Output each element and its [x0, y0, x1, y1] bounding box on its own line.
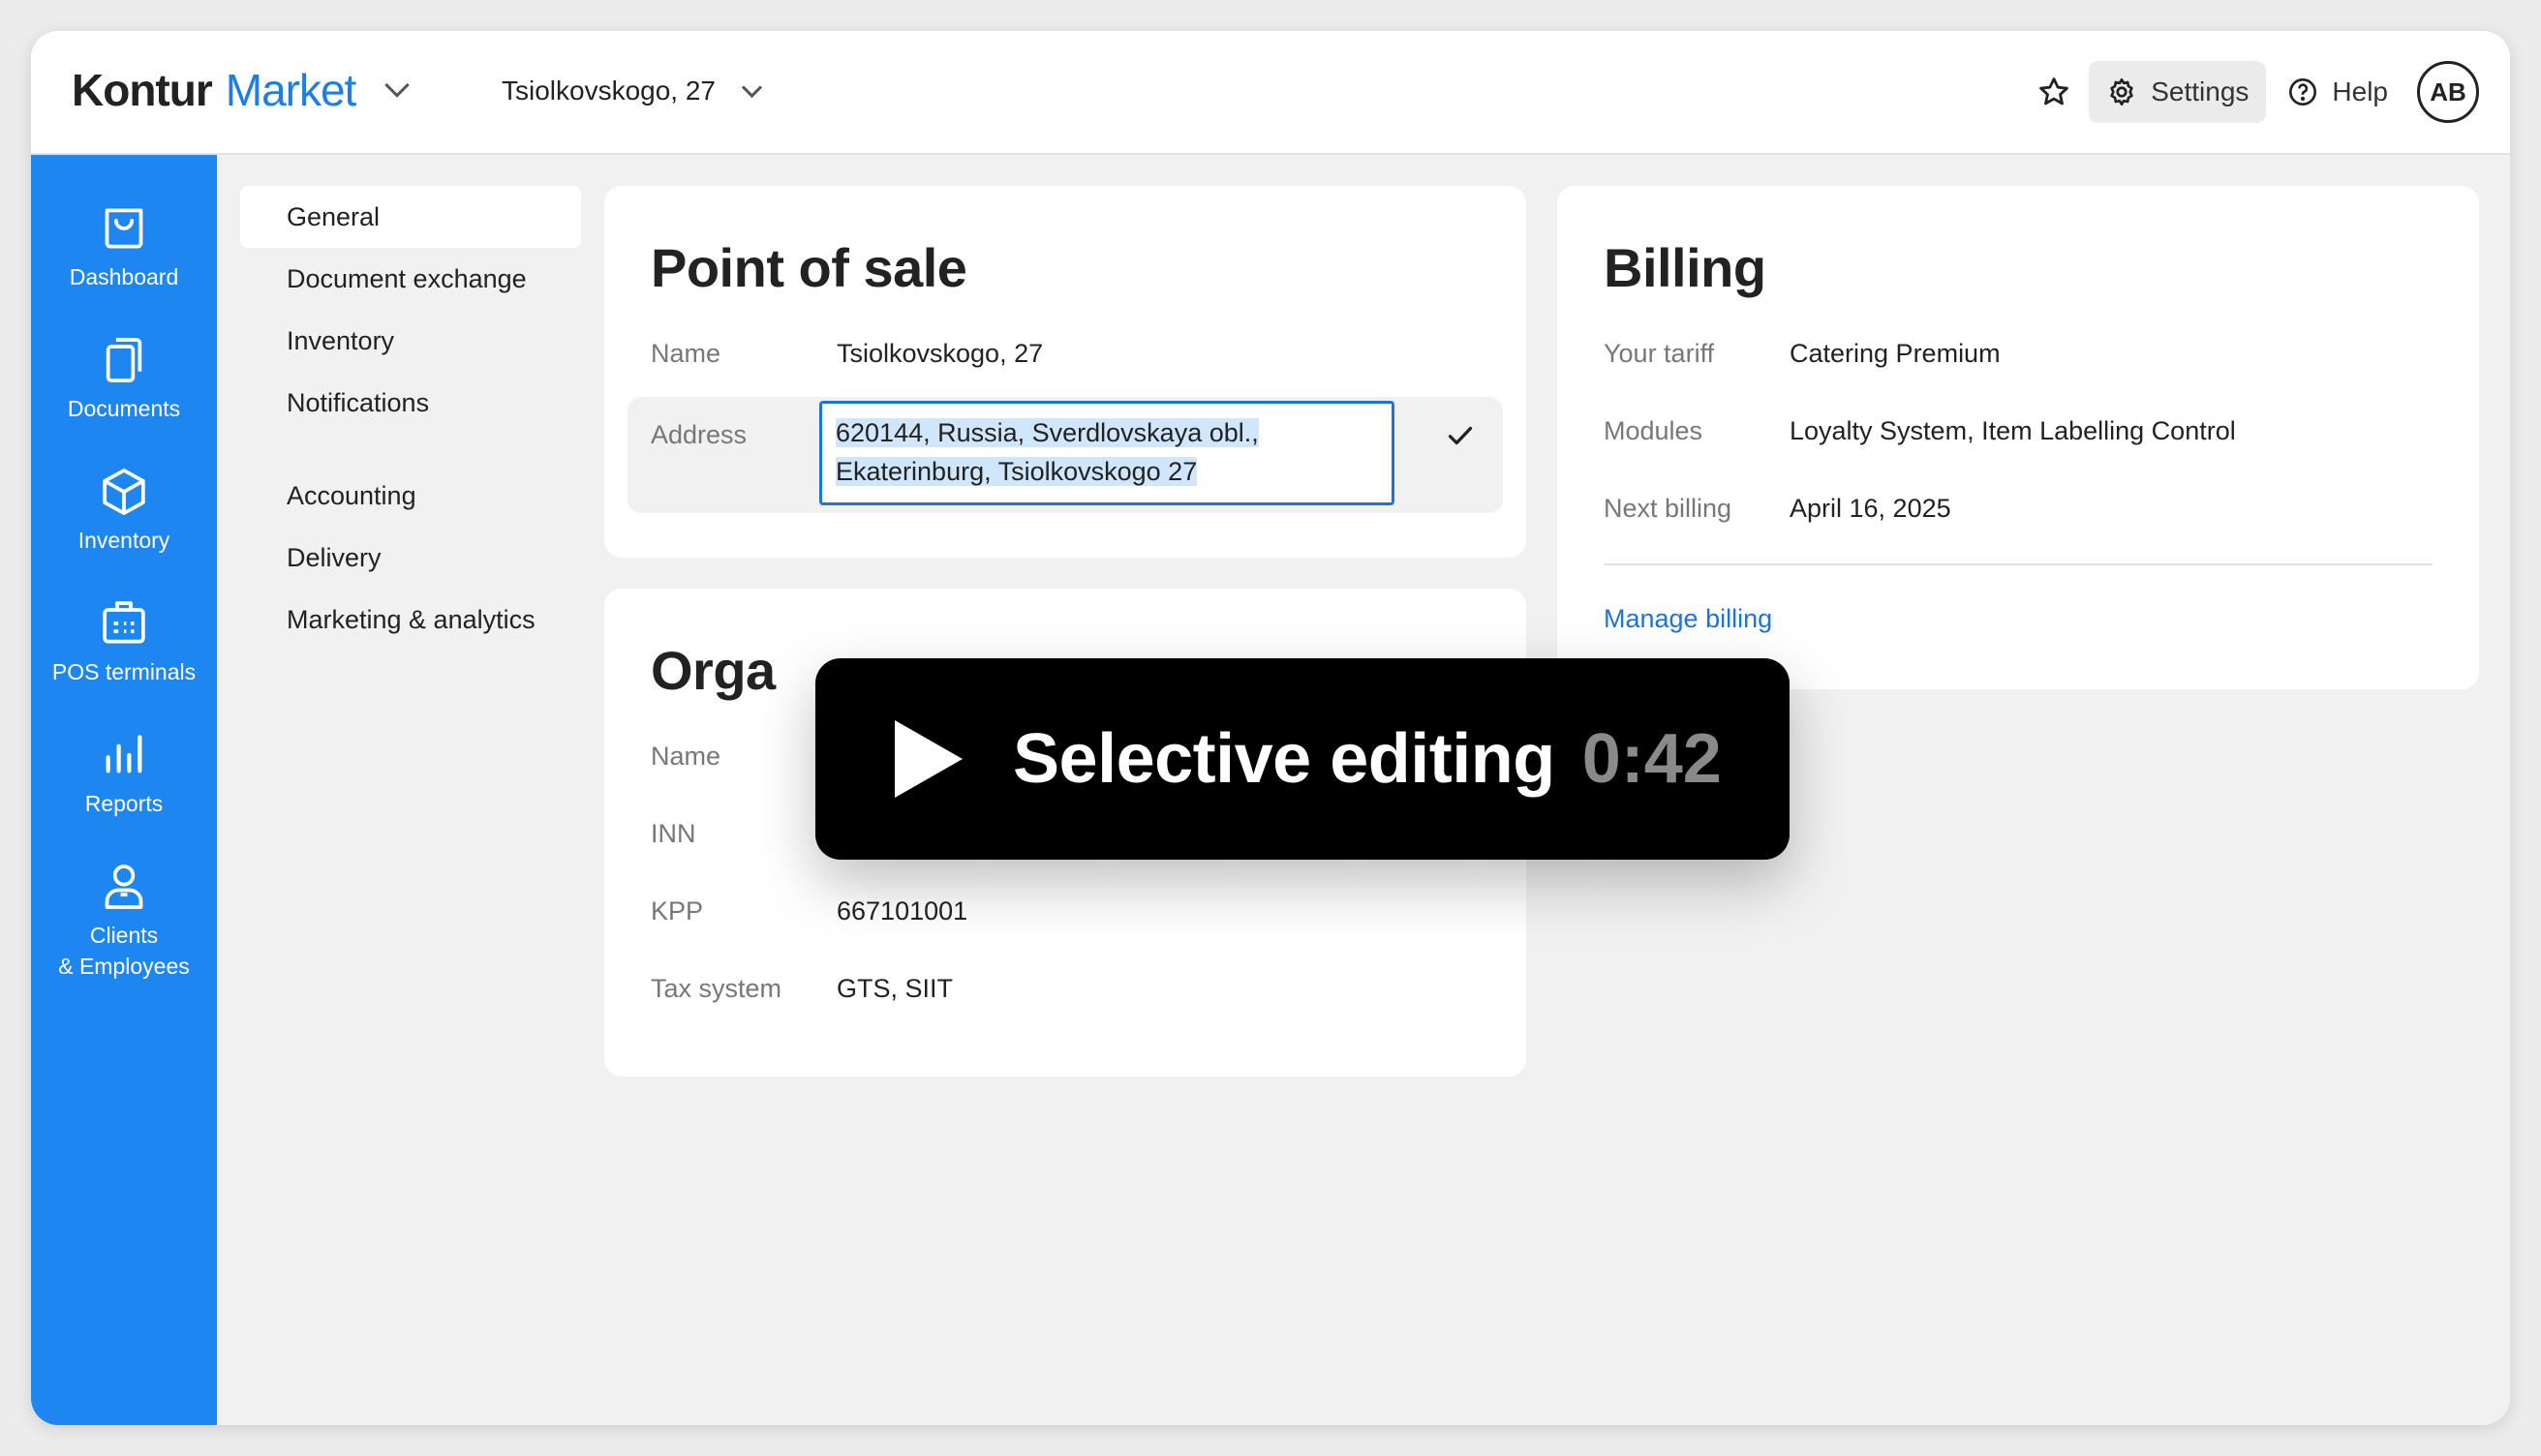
org-name-row: Name: [651, 742, 837, 772]
bag-icon: [105, 208, 143, 249]
sidebar-item-label: Clients: [89, 923, 159, 948]
sidebar-item-pos-terminals[interactable]: POS terminals: [31, 596, 217, 687]
card-title: Billing: [1604, 237, 1766, 298]
gear-icon: [2110, 78, 2133, 106]
subnav-item-delivery[interactable]: Delivery: [240, 527, 581, 589]
field-value: GTS, SIIT: [837, 974, 954, 1003]
sidebar-item-label: Dashboard: [69, 264, 179, 289]
video-overlay[interactable]: Selective editing 0:42: [815, 658, 1790, 860]
billing-modules-row: Modules Loyalty System, Item Labelling C…: [1604, 416, 2236, 446]
field-value: Loyalty System, Item Labelling Control: [1790, 416, 2236, 445]
pos-terminal-icon: [103, 601, 145, 644]
sidebar-item-reports[interactable]: Reports: [31, 728, 217, 819]
video-title: Selective editing: [1013, 720, 1555, 798]
subnav-item-marketing-analytics[interactable]: Marketing & analytics: [240, 589, 581, 651]
field-label: Name: [651, 339, 721, 368]
subnav-item-general[interactable]: General: [240, 186, 581, 248]
field-value: 667101001: [837, 896, 968, 925]
org-kpp-row: KPP 667101001: [651, 896, 967, 926]
manage-billing-link[interactable]: Manage billing: [1604, 604, 1772, 634]
documents-icon: [106, 338, 142, 382]
star-icon: [2039, 77, 2069, 106]
favorite-button[interactable]: [2025, 63, 2083, 121]
chevron-down-icon: [741, 76, 763, 98]
store-selector-label: Tsiolkovskogo, 27: [502, 76, 717, 106]
avatar[interactable]: AB: [2417, 61, 2479, 123]
play-icon[interactable]: [895, 720, 963, 798]
sidebar-item-label: Reports: [84, 791, 164, 816]
pos-name-row: Name Tsiolkovskogo, 27: [651, 339, 1043, 369]
field-value: Tsiolkovskogo, 27: [837, 339, 1044, 368]
address-edit-row: Address 620144, Russia, Sverdlovskaya ob…: [628, 397, 1503, 513]
sidebar: Dashboard Documents Inventory POS termin…: [31, 155, 217, 1425]
field-label: Tax system: [651, 974, 782, 1003]
person-icon: [105, 864, 143, 909]
billing-next-row: Next billing April 16, 2025: [1604, 494, 1951, 524]
logo-accent: Market: [225, 65, 357, 115]
logo-main: Kontur: [72, 65, 213, 115]
sidebar-item-label: Inventory: [77, 528, 170, 553]
box-icon: [103, 468, 145, 516]
divider: [1604, 563, 2433, 565]
sidebar-item-label: POS terminals: [51, 659, 197, 684]
settings-button[interactable]: Settings: [2089, 61, 2267, 123]
video-duration: 0:42: [1581, 720, 1722, 798]
field-label: Your tariff: [1604, 339, 1715, 368]
confirm-check-icon[interactable]: [1443, 418, 1478, 453]
app-window: Kontur Market Tsiolkovskogo, 27 Settings…: [31, 31, 2510, 1425]
subnav-item-notifications[interactable]: Notifications: [240, 372, 581, 434]
settings-label: Settings: [2151, 76, 2250, 106]
top-bar: Kontur Market Tsiolkovskogo, 27 Settings…: [31, 31, 2510, 155]
sidebar-item-documents[interactable]: Documents: [31, 333, 217, 424]
point-of-sale-card: Point of sale Name Tsiolkovskogo, 27 Add…: [604, 186, 1526, 558]
sidebar-item-inventory[interactable]: Inventory: [31, 465, 217, 556]
subnav-item-document-exchange[interactable]: Document exchange: [240, 248, 581, 310]
field-label: Modules: [1604, 416, 1703, 445]
sidebar-item-label-2: & Employees: [58, 954, 190, 979]
card-title: Orga: [651, 640, 776, 701]
billing-tariff-row: Your tariff Catering Premium: [1604, 339, 2001, 369]
sidebar-item-clients-employees[interactable]: Clients & Employees: [31, 860, 217, 982]
help-button[interactable]: Help: [2272, 61, 2403, 123]
field-value: Catering Premium: [1790, 339, 2001, 368]
address-input[interactable]: 620144, Russia, Sverdlovskaya obl., Ekat…: [819, 401, 1394, 505]
bar-chart-icon: [106, 735, 142, 774]
field-label: KPP: [651, 896, 704, 925]
field-label: Address: [651, 420, 748, 449]
settings-subnav: General Document exchange Inventory Noti…: [240, 186, 581, 651]
sidebar-item-dashboard[interactable]: Dashboard: [31, 201, 217, 292]
field-label: INN: [651, 819, 696, 848]
field-value: April 16, 2025: [1790, 494, 1951, 523]
address-line-1: 620144, Russia, Sverdlovskaya obl.,: [836, 418, 1259, 447]
chevron-down-icon[interactable]: [384, 73, 411, 98]
org-tax-row: Tax system GTS, SIIT: [651, 974, 953, 1004]
help-label: Help: [2332, 76, 2388, 106]
logo[interactable]: Kontur Market: [72, 64, 411, 116]
billing-card: Billing Your tariff Catering Premium Mod…: [1557, 186, 2479, 689]
address-line-2: Ekaterinburg, Tsiolkovskogo 27: [836, 457, 1198, 486]
subnav-item-inventory[interactable]: Inventory: [240, 310, 581, 372]
card-title: Point of sale: [651, 237, 967, 298]
sidebar-item-label: Documents: [67, 396, 181, 421]
field-label: Next billing: [1604, 494, 1732, 523]
field-label: Name: [651, 742, 721, 771]
store-selector[interactable]: Tsiolkovskogo, 27: [502, 76, 763, 106]
subnav-item-accounting[interactable]: Accounting: [240, 465, 581, 527]
help-icon: [2289, 78, 2317, 106]
